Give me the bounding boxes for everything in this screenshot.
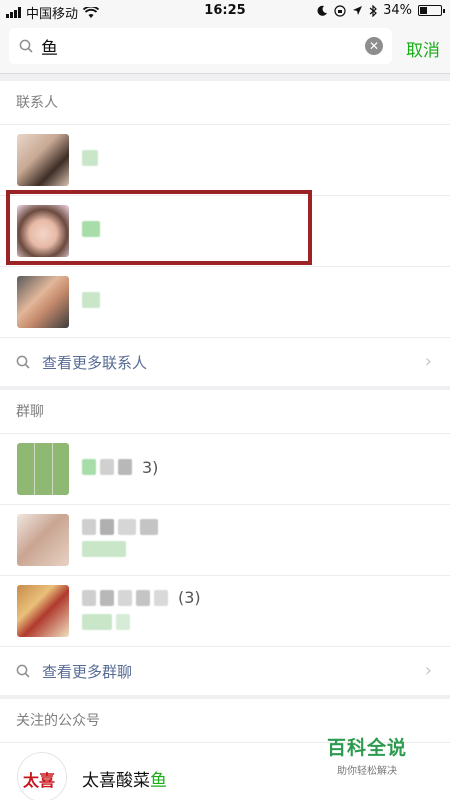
search-icon <box>16 664 30 678</box>
battery-fill <box>420 7 427 14</box>
group-avatar <box>17 585 69 637</box>
more-groups-row[interactable]: 查看更多群聊 › <box>0 647 450 695</box>
more-groups-label: 查看更多群聊 <box>42 663 133 681</box>
watermark: 百科全说 助你轻松解决 <box>326 733 408 777</box>
watermark-subtitle: 助你轻松解决 <box>337 766 397 777</box>
location-icon <box>353 6 363 15</box>
search-header: ✕ 取消 <box>0 22 450 74</box>
group-match-pixelated <box>82 541 130 559</box>
group-name-pixelated <box>82 459 136 477</box>
group-match-pixelated <box>82 614 134 632</box>
group-row[interactable]: (3) <box>0 576 450 647</box>
cancel-button[interactable]: 取消 <box>406 36 440 61</box>
battery-percent: 34% <box>383 3 412 18</box>
group-row[interactable] <box>0 505 450 576</box>
contacts-section-title: 联系人 <box>0 81 450 125</box>
official-account-logo-text: 太喜 <box>23 771 56 790</box>
groups-section-title: 群聊 <box>0 390 450 434</box>
battery-icon <box>418 5 445 16</box>
search-icon <box>16 355 30 369</box>
contact-name-pixelated <box>82 150 102 168</box>
group-member-count: 3) <box>142 458 159 477</box>
official-account-name-match: 鱼 <box>150 771 167 791</box>
contact-name-pixelated <box>82 292 104 310</box>
contact-row[interactable] <box>0 267 450 338</box>
more-contacts-label: 查看更多联系人 <box>42 354 148 372</box>
status-bar: 中国移动 16:25 34% <box>0 0 450 22</box>
contact-avatar <box>17 134 69 186</box>
group-row[interactable]: 3) <box>0 434 450 505</box>
search-input[interactable] <box>41 34 341 58</box>
search-icon <box>19 39 33 53</box>
group-avatar <box>17 443 69 495</box>
chevron-right-icon: › <box>424 660 432 681</box>
bluetooth-icon <box>369 4 377 17</box>
search-box[interactable]: ✕ <box>9 28 392 64</box>
contact-avatar <box>17 276 69 328</box>
group-avatar <box>17 514 69 566</box>
watermark-title: 百科全说 <box>326 737 407 759</box>
highlight-annotation-box <box>6 190 312 265</box>
chevron-right-icon: › <box>424 351 432 372</box>
more-contacts-row[interactable]: 查看更多联系人 › <box>0 338 450 386</box>
group-name-pixelated <box>82 519 162 537</box>
clear-icon[interactable]: ✕ <box>365 37 383 55</box>
group-member-count: (3) <box>178 588 201 607</box>
contact-row[interactable] <box>0 125 450 196</box>
official-account-name-text: 太喜酸菜 <box>82 771 150 791</box>
lock-rotation-icon <box>334 4 346 17</box>
group-name-pixelated <box>82 590 172 608</box>
status-right: 34% <box>317 3 445 18</box>
moon-icon <box>317 5 328 16</box>
official-account-name: 太喜酸菜鱼 <box>82 766 167 791</box>
groups-section: 群聊 3) (3) 查看更多群聊 › <box>0 390 450 695</box>
official-account-logo: 太喜 <box>17 752 67 800</box>
